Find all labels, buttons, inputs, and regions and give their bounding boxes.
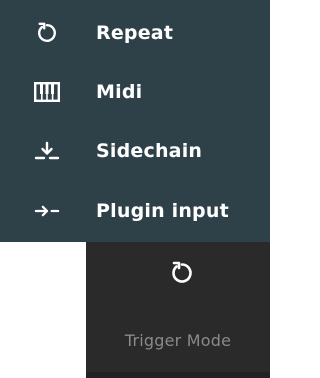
stage: Trigger Mode Repeat Midi Sidechain Plugi… [0, 0, 270, 378]
trigger-mode-panel[interactable]: Trigger Mode [86, 242, 270, 378]
menu-item-midi[interactable]: Midi [0, 62, 270, 122]
trigger-mode-label: Trigger Mode [124, 331, 232, 350]
trigger-mode-menu: Repeat Midi Sidechain Plugin input [0, 0, 270, 242]
menu-item-repeat[interactable]: Repeat [0, 3, 270, 63]
menu-item-label: Midi [96, 81, 143, 103]
piano-keys-icon [34, 79, 60, 105]
repeat-icon [170, 260, 194, 286]
menu-item-label: Plugin input [96, 200, 229, 222]
menu-item-label: Sidechain [96, 140, 203, 162]
menu-item-sidechain[interactable]: Sidechain [0, 121, 270, 181]
repeat-icon [34, 20, 60, 46]
menu-item-label: Repeat [96, 22, 174, 44]
sidechain-icon [34, 138, 60, 164]
menu-item-plugin-input[interactable]: Plugin input [0, 181, 270, 241]
panel-divider [86, 372, 270, 378]
plugin-input-icon [34, 198, 60, 224]
